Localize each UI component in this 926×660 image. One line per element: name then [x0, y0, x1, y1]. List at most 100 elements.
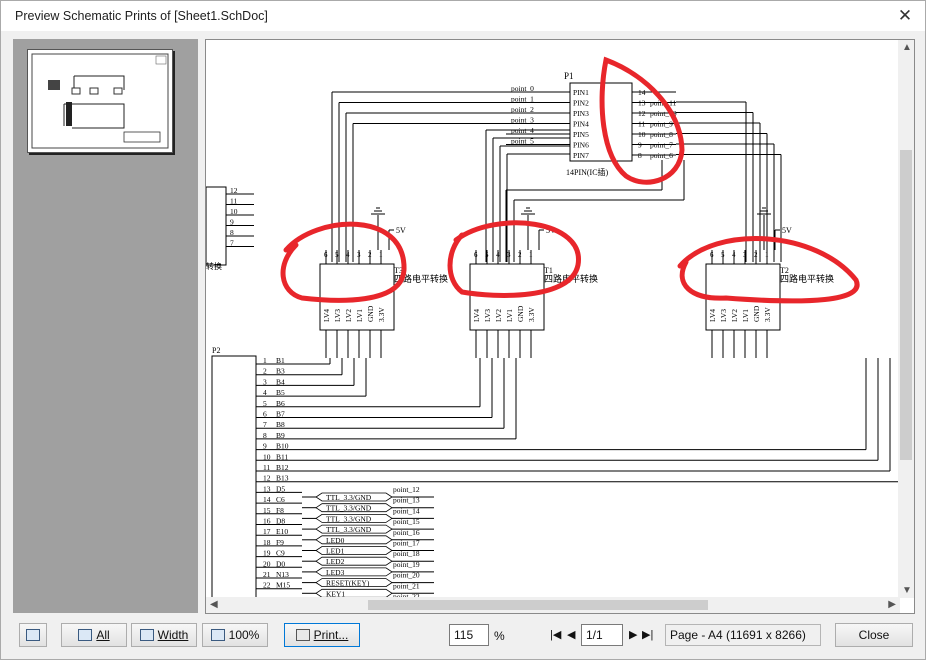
converter-chip-pin-name: LV1: [505, 309, 514, 322]
port-label: LED1: [326, 547, 345, 556]
scroll-right-icon[interactable]: ▶: [888, 599, 896, 610]
zoom-100-icon: [210, 629, 225, 641]
schematic-preview[interactable]: P1 PIN1 point_0 PIN2 point_1 PIN3 point_2 PIN4 p…: [205, 39, 915, 614]
converter-chip-pin-name: LV1: [355, 309, 364, 322]
horizontal-scrollbar[interactable]: ◀ ▶: [206, 597, 900, 613]
port-net-label: point_13: [393, 496, 420, 505]
p2-pin-number: 21: [263, 570, 271, 579]
converter-chip-pin-name: GND: [366, 305, 375, 322]
p2-pin-name: B7: [276, 410, 285, 419]
p2-pin-name: F9: [276, 538, 284, 547]
p1-ref: P1: [564, 71, 574, 81]
scroll-down-icon[interactable]: ▼: [902, 585, 912, 596]
converter-chip-pin-name: 3.3V: [377, 307, 386, 322]
p1-pin-label: PIN3: [573, 109, 589, 118]
p2-pin-name: N13: [276, 570, 289, 579]
converter-chip-label: 四路电平转换: [780, 273, 834, 284]
port-label: RESET(KEY): [326, 579, 370, 588]
port-net-label: point_15: [393, 517, 420, 526]
p2-pin-name: B8: [276, 420, 285, 429]
converter-chip-pin-name: LV3: [483, 309, 492, 322]
p2-pin-name: F8: [276, 506, 284, 515]
port-net-label: point_20: [393, 571, 420, 580]
zoom-input[interactable]: 115: [449, 624, 489, 646]
p2-pin-name: B1: [276, 356, 285, 365]
converter-chip-pin-name: LV2: [730, 309, 739, 322]
page-number-input[interactable]: 1/1: [581, 624, 623, 646]
fit-width-icon: [139, 629, 154, 641]
last-page-icon[interactable]: ▶|: [642, 628, 653, 641]
zoom-100-label: 100%: [228, 628, 260, 642]
p1-caption: 14PIN(IC插): [566, 167, 609, 177]
port-net-label: point_12: [393, 485, 420, 494]
p1-pin-label: PIN5: [573, 130, 589, 139]
ground-icon: [521, 207, 535, 215]
port-label: TTL_3.3/GND: [326, 514, 372, 523]
port-label: LED3: [326, 568, 345, 577]
close-label: Close: [858, 628, 890, 642]
page-thumbnail[interactable]: [27, 49, 173, 153]
thumbnail-toggle-button[interactable]: [19, 623, 47, 647]
p2-pin-number: 17: [263, 527, 271, 536]
p2-pin-name: B5: [276, 388, 285, 397]
preview-window: Preview Schematic Prints of [Sheet1.SchD…: [0, 0, 926, 660]
p2-pin-number: 18: [263, 538, 271, 547]
scroll-left-icon[interactable]: ◀: [210, 599, 218, 610]
p2-pin-name: B13: [276, 474, 289, 483]
close-button[interactable]: Close: [835, 623, 913, 647]
p2-pin-name: D5: [276, 484, 285, 493]
p2-pin-name: B12: [276, 463, 289, 472]
fit-all-label: All: [96, 628, 110, 642]
p1-pin-label: PIN2: [573, 99, 589, 108]
port-label: TTL_3.3/GND: [326, 504, 372, 513]
fit-width-button[interactable]: Width: [131, 623, 197, 647]
vcc-label: 5V: [396, 226, 406, 235]
p1-pin-label: PIN1: [573, 88, 589, 97]
converter-chip-pin-name: 3.3V: [763, 307, 772, 322]
first-page-icon[interactable]: |◀: [550, 628, 561, 641]
print-label: Print...: [313, 628, 349, 642]
print-button[interactable]: Print...: [284, 623, 360, 647]
scroll-up-icon[interactable]: ▲: [902, 42, 912, 53]
converter-chip-pin-name: LV3: [719, 309, 728, 322]
p2-pin-number: 16: [263, 517, 271, 526]
converter-chip-pin-name: GND: [752, 305, 761, 322]
p2-pin-number: 4: [263, 388, 267, 397]
p2-pin-number: 1: [263, 356, 267, 365]
p2-pin-number: 8: [263, 431, 267, 440]
p1-pin-label: PIN4: [573, 120, 589, 129]
horizontal-scroll-thumb[interactable]: [368, 600, 708, 610]
converter-chip-pin-name: GND: [516, 305, 525, 322]
next-page-icon[interactable]: ▶: [629, 628, 637, 641]
prev-page-icon[interactable]: ◀: [567, 628, 575, 641]
converter-chip-pin-name: LV2: [494, 309, 503, 322]
converter-chip-pin-name: LV2: [344, 309, 353, 322]
p2-pin-number: 19: [263, 549, 271, 558]
p2-pin-number: 14: [263, 495, 271, 504]
thumbnail-pane: [13, 39, 198, 613]
ground-icon: [371, 207, 385, 215]
fit-all-button[interactable]: All: [61, 623, 127, 647]
page-info: Page - A4 (11691 x 8266): [665, 624, 821, 646]
p2-pin-name: B3: [276, 367, 285, 376]
p2-pin-number: 22: [263, 581, 271, 590]
port-net-label: point_16: [393, 528, 420, 537]
left-connector-pin: 11: [230, 197, 237, 206]
port-label: LED0: [326, 536, 345, 545]
fit-all-icon: [78, 629, 93, 641]
p2-pin-name: C9: [276, 549, 285, 558]
p1-pin-label: PIN7: [573, 151, 589, 160]
vertical-scroll-thumb[interactable]: [900, 150, 912, 460]
vcc-label: 5V: [782, 226, 792, 235]
vertical-scrollbar[interactable]: ▲ ▼: [898, 40, 914, 598]
p2-pin-name: D8: [276, 517, 285, 526]
p2-body: [211, 355, 257, 607]
p2-pin-number: 15: [263, 506, 271, 515]
p2-pin-name: B9: [276, 431, 285, 440]
zoom-100-button[interactable]: 100%: [202, 623, 268, 647]
window-close-icon[interactable]: ✕: [895, 6, 915, 26]
p2-pin-name: C6: [276, 495, 285, 504]
window-title: Preview Schematic Prints of [Sheet1.SchD…: [15, 9, 268, 23]
converter-chip-pin-name: LV4: [472, 309, 481, 322]
p2-pin-name: D0: [276, 559, 285, 568]
